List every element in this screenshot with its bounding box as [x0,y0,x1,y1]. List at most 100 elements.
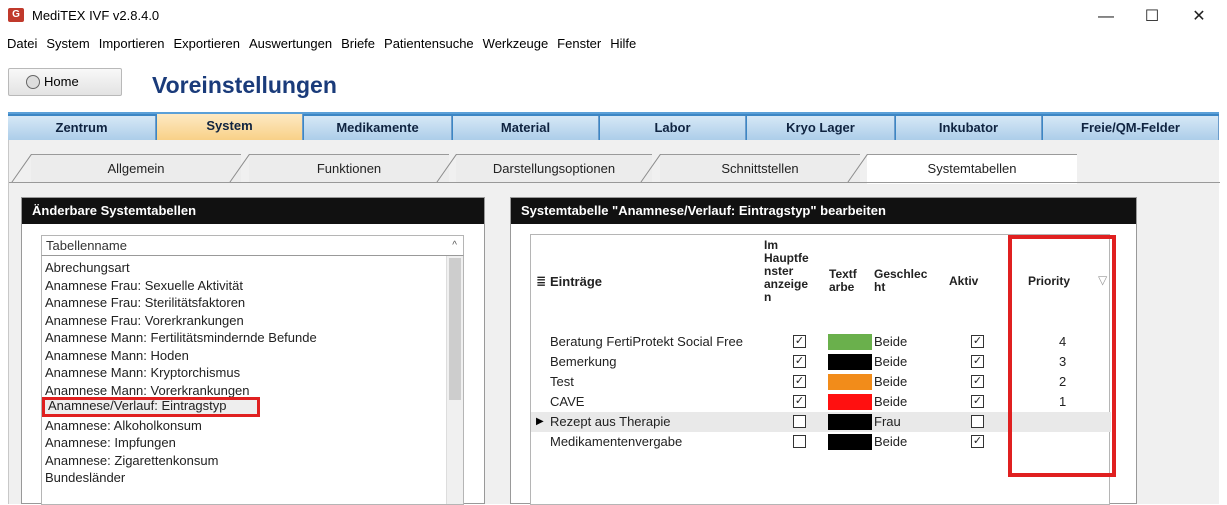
show-in-main-window-checkbox[interactable] [793,415,806,428]
menu-item-system[interactable]: System [46,36,89,51]
table-list-item[interactable]: Anamnese Mann: Fertilitätsmindernde Befu… [45,329,317,346]
column-header-show-in-main-window[interactable]: Im Hauptfe nster anzeige n [764,239,809,304]
entry-name-cell[interactable]: CAVE [550,393,762,411]
priority-highlight-box [1008,235,1116,477]
main-tab-system[interactable]: System [157,114,303,142]
active-checkbox[interactable]: ✓ [971,335,984,348]
sub-tab-allgemein[interactable]: Allgemein [31,154,241,182]
gender-cell[interactable]: Beide [874,373,907,391]
entry-name-cell[interactable]: Medikamentenvergabe [550,433,762,451]
entry-name-cell[interactable]: Test [550,373,762,391]
table-list-item[interactable]: Anamnese: Impfungen [45,434,176,451]
gender-cell[interactable]: Frau [874,413,901,431]
home-icon [26,75,40,89]
text-color-swatch[interactable] [828,394,872,410]
show-in-main-window-checkbox[interactable]: ✓ [793,395,806,408]
table-list-item[interactable]: Bundesländer [45,469,125,486]
main-tab-zentrum[interactable]: Zentrum [8,116,156,142]
column-header-line: n [764,290,772,304]
active-checkbox[interactable] [971,415,984,428]
sub-tab-funktionen[interactable]: Funktionen [249,154,449,182]
sub-tab-systemtabellen[interactable]: Systemtabellen [867,154,1077,184]
text-color-swatch[interactable] [828,434,872,450]
gender-cell[interactable]: Beide [874,393,907,411]
maximize-button[interactable]: ☐ [1129,2,1175,32]
sort-ascending-icon: ^ [452,240,457,251]
menu-item-patientensuche[interactable]: Patientensuche [384,36,474,51]
sub-tab-schnittstellen[interactable]: Schnittstellen [660,154,860,182]
column-header-line: ht [874,280,886,294]
show-in-main-window-checkbox[interactable]: ✓ [793,355,806,368]
menu-bar: Datei System Importieren Exportieren Auswert… [0,36,636,58]
table-list-item[interactable]: Anamnese Frau: Sexuelle Aktivität [45,277,243,294]
menu-item-fenster[interactable]: Fenster [557,36,601,51]
table-name-list: Abrechungsart Anamnese Frau: Sexuelle Akt… [41,255,464,505]
sub-tab-edge [11,154,32,183]
show-in-main-window-checkbox[interactable]: ✓ [793,375,806,388]
editable-tables-header: Änderbare Systemtabellen [22,198,484,224]
text-color-swatch[interactable] [828,354,872,370]
active-checkbox[interactable]: ✓ [971,375,984,388]
table-list-item[interactable]: Anamnese Mann: Kryptorchismus [45,364,240,381]
home-button[interactable]: Home [8,68,122,96]
menu-item-briefe[interactable]: Briefe [341,36,375,51]
app-icon: G [8,8,24,22]
main-tab-bar: Zentrum System Medikamente Material Labor Kry… [8,112,1219,142]
show-in-main-window-checkbox[interactable]: ✓ [793,335,806,348]
active-checkbox[interactable]: ✓ [971,395,984,408]
main-tab-freie-qm-felder[interactable]: Freie/QM-Felder [1043,116,1219,142]
main-tab-kryo-lager[interactable]: Kryo Lager [747,116,895,142]
column-header-line: arbe [829,280,855,294]
page-title: Voreinstellungen [152,72,337,98]
menu-item-importieren[interactable]: Importieren [99,36,165,51]
menu-item-auswertungen[interactable]: Auswertungen [249,36,332,51]
table-list-item[interactable]: Anamnese Frau: Vorerkrankungen [45,312,244,329]
sub-tab-darstellungsoptionen[interactable]: Darstellungsoptionen [456,154,652,182]
menu-item-exportieren[interactable]: Exportieren [173,36,239,51]
table-list-item[interactable]: Abrechungsart [45,259,130,276]
main-tab-labor[interactable]: Labor [600,116,746,142]
list-scrollbar[interactable] [446,256,463,504]
grid-columns-icon: ≣ [536,274,547,288]
close-button[interactable]: ✕ [1176,2,1222,32]
edit-table-header: Systemtabelle "Anamnese/Verlauf: Eintrag… [511,198,1136,224]
table-list-item[interactable]: Anamnese: Alkoholkonsum [45,417,202,434]
menu-item-werkzeuge[interactable]: Werkzeuge [483,36,549,51]
table-list-item-selected[interactable]: Anamnese/Verlauf: Eintragstyp [42,397,260,417]
gender-cell[interactable]: Beide [874,353,907,371]
table-list-item[interactable]: Anamnese Mann: Hoden [45,347,189,364]
menu-item-datei[interactable]: Datei [7,36,37,51]
main-tab-medikamente[interactable]: Medikamente [304,116,452,142]
title-bar: G MediTEX IVF v2.8.4.0 — ☐ ✕ [0,0,1227,34]
column-header-text-color[interactable]: Textf arbe [829,268,857,294]
gender-cell[interactable]: Beide [874,333,907,351]
show-in-main-window-checkbox[interactable] [793,435,806,448]
table-name-column-label: Tabellenname [46,238,127,253]
text-color-swatch[interactable] [828,414,872,430]
window-title: MediTEX IVF v2.8.4.0 [32,8,160,23]
entry-name-cell[interactable]: Beratung FertiProtekt Social Free [550,333,762,351]
entry-name-cell[interactable]: Rezept aus Therapie [550,413,762,431]
column-header-active[interactable]: Aktiv [949,275,978,288]
editable-tables-panel: Änderbare Systemtabellen Tabellenname ^ … [21,197,485,505]
active-checkbox[interactable]: ✓ [971,435,984,448]
gender-cell[interactable]: Beide [874,433,907,451]
entry-name-cell[interactable]: Bemerkung [550,353,762,371]
active-checkbox[interactable]: ✓ [971,355,984,368]
main-tab-material[interactable]: Material [453,116,599,142]
column-header-entries[interactable]: Einträge [550,275,602,288]
sub-tab-bar: Allgemein Funktionen Darstellungsoptionen S… [9,154,1220,184]
main-tab-inkubator[interactable]: Inkubator [896,116,1042,142]
column-header-gender[interactable]: Geschlec ht [874,268,927,294]
table-list-item[interactable]: Anamnese Mann: Vorerkrankungen [45,382,250,399]
minimize-button[interactable]: — [1083,2,1129,32]
home-label: Home [44,74,79,89]
table-name-column-header[interactable]: Tabellenname ^ [41,235,464,255]
text-color-swatch[interactable] [828,334,872,350]
sub-tab-divider [9,182,1220,183]
text-color-swatch[interactable] [828,374,872,390]
table-list-item[interactable]: Anamnese Frau: Sterilitätsfaktoren [45,294,245,311]
list-scrollbar-thumb[interactable] [449,258,461,400]
table-list-item[interactable]: Anamnese: Zigarettenkonsum [45,452,218,469]
menu-item-hilfe[interactable]: Hilfe [610,36,636,51]
